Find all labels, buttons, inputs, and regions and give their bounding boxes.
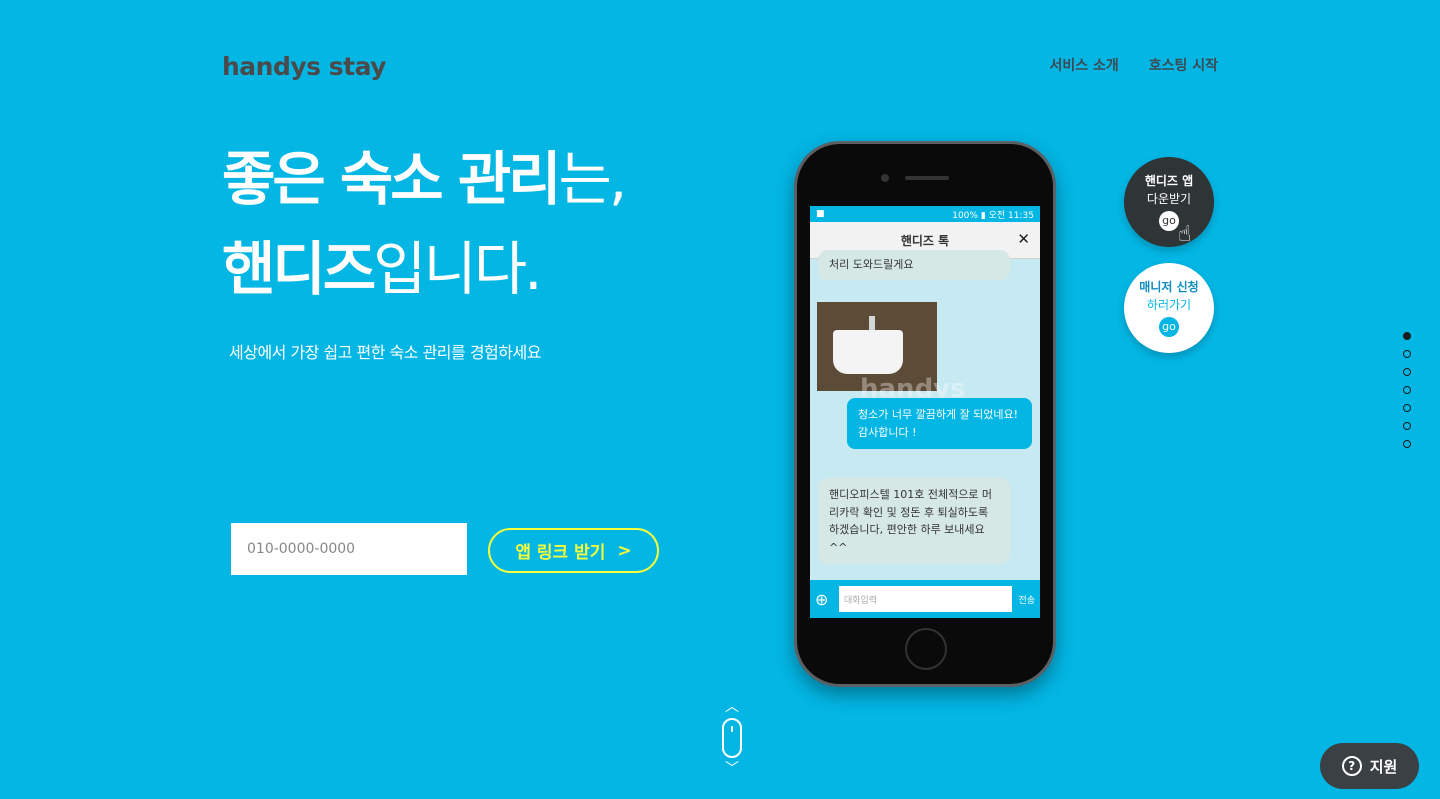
chat-message-incoming: 핸디오피스텔 101호 전체적으로 머리카락 확인 및 정돈 후 퇴실하도록 하…	[818, 478, 1010, 565]
help-icon: ?	[1341, 756, 1362, 776]
app-download-title: 핸디즈 앱	[1144, 174, 1194, 189]
hero-subtitle: 세상에서 가장 쉽고 편한 숙소 관리를 경험하세요	[229, 343, 541, 362]
speaker-grille	[905, 176, 949, 180]
get-app-link-label: 앱 링크 받기	[515, 543, 606, 563]
app-download-badge[interactable]: 핸디즈 앱 다운받기 go	[1124, 157, 1214, 247]
manager-apply-title: 매니저 신청	[1139, 280, 1199, 295]
chat-title: 핸디즈 톡	[900, 233, 950, 248]
status-right: 100% ▮ 오전 11:35	[952, 210, 1034, 221]
get-app-link-button[interactable]: 앱 링크 받기 >	[488, 528, 659, 573]
logo[interactable]: handys stay	[222, 52, 386, 81]
page-dot[interactable]	[1403, 386, 1411, 394]
chat-input-bar: ⊕ 대화입력 전송	[810, 580, 1040, 618]
app-download-sub: 다운받기	[1146, 191, 1192, 206]
send-button[interactable]: 전송	[1018, 593, 1035, 606]
status-left-icon: ■	[816, 209, 825, 219]
page-dot[interactable]	[1403, 404, 1411, 412]
support-label: 지원	[1369, 757, 1398, 776]
camera-icon[interactable]: ⊕	[815, 590, 833, 609]
chevron-up-icon: ︿	[725, 699, 739, 715]
page-dot[interactable]	[1403, 332, 1411, 340]
chat-message-incoming: 처리 도와드릴게요	[818, 250, 1010, 280]
page-dot[interactable]	[1403, 422, 1411, 430]
page-dot[interactable]	[1403, 350, 1411, 358]
chevron-down-icon: ﹀	[725, 761, 739, 777]
hero-title-line2-bold: 핸디즈	[222, 235, 376, 303]
hero-title-line1: 좋은 숙소 관리는,	[222, 150, 627, 208]
close-icon[interactable]: ✕	[1017, 230, 1030, 248]
home-button	[905, 628, 947, 670]
scroll-indicator[interactable]: ︿ ﹀	[720, 700, 744, 776]
hero-title-line1-thin: 는,	[558, 145, 628, 213]
go-icon: go	[1159, 210, 1179, 231]
hero-title-line1-bold: 좋은 숙소 관리	[222, 145, 562, 213]
hero-title-line2-thin: 입니다.	[373, 235, 543, 303]
phone-screen: ■ 100% ▮ 오전 11:35 핸디즈 톡 ✕ 처리 도와드릴게요 hand…	[810, 206, 1040, 618]
phone-mockup: ■ 100% ▮ 오전 11:35 핸디즈 톡 ✕ 처리 도와드릴게요 hand…	[794, 141, 1056, 687]
nav-item-service[interactable]: 서비스 소개	[1049, 55, 1118, 75]
front-camera-icon	[881, 174, 889, 182]
phone-number-input[interactable]	[231, 523, 467, 575]
chat-input[interactable]: 대화입력	[839, 586, 1013, 612]
page-dot[interactable]	[1403, 368, 1411, 376]
manager-apply-sub: 하러가기	[1146, 297, 1192, 312]
page-dot[interactable]	[1403, 440, 1411, 448]
mouse-icon	[722, 718, 742, 758]
phone-status-bar: ■ 100% ▮ 오전 11:35	[810, 206, 1040, 222]
go-icon: go	[1159, 316, 1179, 337]
page-dots	[1403, 332, 1411, 448]
chat-message-outgoing: 청소가 너무 깔끔하게 잘 되었네요! 감사합니다 !	[847, 398, 1032, 450]
sink-shape	[833, 330, 903, 374]
manager-apply-badge[interactable]: 매니저 신청 하러가기 go	[1124, 263, 1214, 353]
hero-title-line2: 핸디즈입니다.	[222, 240, 543, 298]
arrow-right-icon: >	[617, 540, 632, 561]
nav-item-hosting[interactable]: 호스팅 시작	[1149, 55, 1218, 75]
support-button[interactable]: ? 지원	[1320, 743, 1419, 789]
top-nav: 서비스 소개 호스팅 시작	[1049, 55, 1218, 75]
pointing-hand-icon: ☝	[1178, 222, 1192, 247]
